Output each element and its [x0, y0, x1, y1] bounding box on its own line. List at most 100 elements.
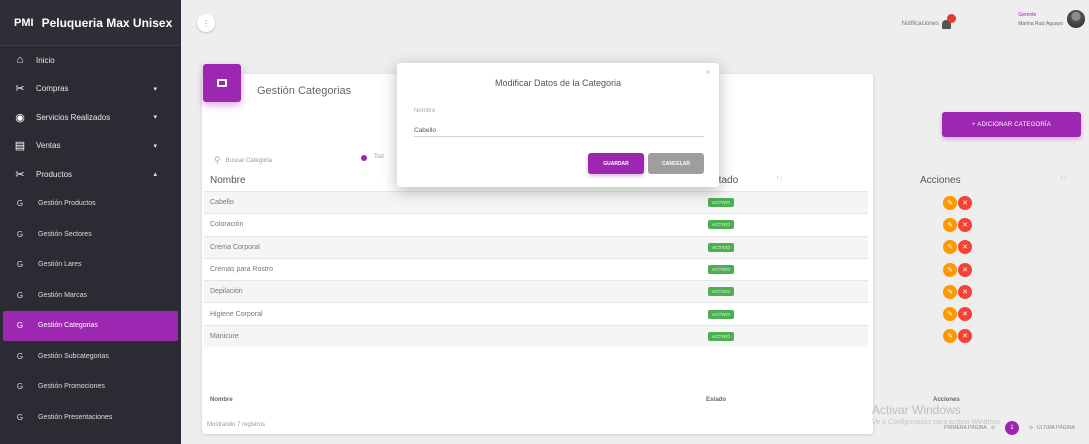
- subitem-letter: G: [16, 229, 24, 239]
- delete-icon[interactable]: ✕: [958, 262, 972, 277]
- menu-icon: ◉: [15, 111, 25, 124]
- sidebar-item-ventas[interactable]: ▤ Ventas ▾: [0, 132, 181, 161]
- name-field[interactable]: [414, 124, 704, 137]
- subitem-label: Gestión Lares: [38, 261, 82, 269]
- table-row: Cabello ACTIVO ✎ ✕: [204, 191, 972, 214]
- category-name: Crema Corporal: [210, 243, 260, 251]
- column-header-name[interactable]: Nombre: [210, 175, 246, 186]
- edit-icon[interactable]: ✎: [943, 195, 957, 210]
- brand[interactable]: PMI Peluqueria Max Unisex: [0, 0, 181, 46]
- sidebar-subitem-1[interactable]: G Gestión Sectores: [0, 219, 181, 250]
- sidebar-subitem-3[interactable]: G Gestión Marcas: [0, 280, 181, 311]
- table-row: Higiene Corporal ACTIVO ✎ ✕: [204, 302, 972, 324]
- menu-icon: ✂: [15, 83, 25, 96]
- sidebar: PMI Peluqueria Max Unisex ⌂ Inicio ✂ Compra…: [0, 0, 181, 444]
- next-page-icon[interactable]: >: [1029, 425, 1033, 432]
- table-row: Manicure ACTIVO ✎ ✕: [204, 324, 972, 348]
- category-name: Depilación: [210, 288, 243, 296]
- footer-state: Estado: [706, 397, 727, 403]
- edit-icon[interactable]: ✎: [943, 262, 957, 277]
- status-badge: ACTIVO: [708, 242, 734, 252]
- sidebar-subitem-6[interactable]: G Gestión Promociones: [0, 372, 181, 403]
- subitem-label: Gestión Productos: [38, 200, 96, 208]
- cancel-button[interactable]: CANCELAR: [648, 153, 704, 174]
- filter-radio-label: Tod: [374, 154, 384, 160]
- sidebar-item-productos[interactable]: ✂ Productos ▴: [0, 160, 181, 189]
- page-number[interactable]: 1: [1004, 421, 1019, 435]
- table-row: Cremas para Rostro ACTIVO ✎ ✕: [204, 257, 972, 280]
- last-page-link[interactable]: ÚLTIMA PÁGINA: [1037, 425, 1075, 431]
- sidebar-subitem-5[interactable]: G Gestión Subcategorias: [0, 341, 181, 372]
- activation-watermark-title: Activar Windows: [872, 403, 961, 417]
- first-page-link[interactable]: PRIMERA PÁGINA: [944, 425, 987, 431]
- subitem-letter: G: [16, 321, 24, 331]
- status-badge: ACTIVO: [708, 198, 734, 208]
- status-badge: ACTIVO: [708, 265, 734, 275]
- user-info[interactable]: Gerente Marina Ruiz Aguayo: [1018, 11, 1063, 29]
- row-actions: ✎ ✕: [943, 217, 972, 232]
- sidebar-subitem-7[interactable]: G Gestión Presentaciones: [0, 402, 181, 433]
- row-actions: ✎ ✕: [943, 240, 972, 255]
- records-count: Mostrando 7 registros: [207, 422, 266, 428]
- sort-icon[interactable]: ↑↓: [776, 175, 783, 182]
- edit-icon[interactable]: ✎: [943, 217, 957, 232]
- chevron-icon: ▴: [153, 171, 157, 179]
- edit-icon[interactable]: ✎: [943, 307, 957, 322]
- edit-icon[interactable]: ✎: [943, 240, 957, 255]
- delete-icon[interactable]: ✕: [958, 329, 972, 344]
- menu-toggle-button[interactable]: ⋮: [197, 14, 215, 32]
- row-actions: ✎ ✕: [943, 262, 972, 277]
- subitem-label: Gestión Sectores: [38, 230, 92, 238]
- search-input[interactable]: ⚲ Buscar Categoria: [214, 155, 272, 166]
- delete-icon[interactable]: ✕: [958, 307, 972, 322]
- column-header-actions: Acciones: [920, 175, 961, 186]
- filter-radio[interactable]: [361, 155, 367, 161]
- chevron-icon: ▾: [153, 85, 157, 93]
- modal-title: Modificar Datos de la Categoria: [494, 78, 622, 88]
- category-name: Higiene Corporal: [210, 310, 263, 318]
- sidebar-subitem-2[interactable]: G Gestión Lares: [0, 250, 181, 281]
- close-icon[interactable]: ×: [705, 68, 710, 77]
- more-icon: ⋮: [202, 18, 210, 28]
- table-row: Crema Corporal ACTIVO ✎ ✕: [204, 235, 972, 258]
- subitem-letter: G: [16, 351, 24, 361]
- bell-icon: [942, 14, 956, 30]
- subitem-letter: G: [16, 260, 24, 270]
- sort-icon[interactable]: ↑↓: [1060, 175, 1067, 182]
- notification-badge: [947, 14, 956, 23]
- sidebar-subitem-4[interactable]: G Gestión Categorias: [3, 310, 178, 341]
- menu-icon: ⌂: [16, 54, 24, 67]
- subitem-label: Gestión Marcas: [38, 291, 88, 299]
- user-role: Gerente: [1018, 12, 1037, 18]
- prev-page-icon[interactable]: <: [991, 425, 995, 432]
- sidebar-item-compras[interactable]: ✂ Compras ▾: [0, 75, 181, 104]
- save-button[interactable]: GUARDAR: [588, 153, 644, 174]
- avatar[interactable]: [1067, 10, 1085, 28]
- delete-icon[interactable]: ✕: [958, 240, 972, 255]
- subitem-letter: G: [16, 199, 24, 209]
- sidebar-subitem-0[interactable]: G Gestión Productos: [0, 189, 181, 220]
- delete-icon[interactable]: ✕: [958, 195, 972, 210]
- brand-name: Peluqueria Max Unisex: [41, 15, 173, 30]
- add-category-button[interactable]: + ADICIONAR CATEGORÍA: [942, 112, 1081, 137]
- edit-icon[interactable]: ✎: [943, 284, 957, 299]
- sidebar-item-inicio[interactable]: ⌂ Inicio: [0, 46, 181, 75]
- category-name: Coloración: [210, 221, 244, 229]
- category-name: Cremas para Rostro: [210, 266, 274, 274]
- subitem-label: Gestión Presentaciones: [38, 413, 113, 421]
- category-name: Manicure: [210, 332, 239, 340]
- category-name: Cabello: [210, 199, 234, 207]
- edit-icon[interactable]: ✎: [943, 329, 957, 344]
- sidebar-item-label: Compras: [36, 84, 69, 94]
- user-name: Marina Ruiz Aguayo: [1018, 21, 1063, 27]
- notifications-button[interactable]: Notificaciones: [902, 14, 956, 30]
- chevron-icon: ▾: [153, 142, 157, 150]
- search-placeholder: Buscar Categoria: [225, 157, 272, 164]
- sidebar-item-servicios-realizados[interactable]: ◉ Servicios Realizados ▾: [0, 103, 181, 132]
- sidebar-item-label: Productos: [36, 169, 73, 179]
- edit-category-modal: Modificar Datos de la Categoria × Nombre…: [397, 63, 719, 187]
- sidebar-item-label: Ventas: [36, 141, 61, 151]
- delete-icon[interactable]: ✕: [958, 217, 972, 232]
- delete-icon[interactable]: ✕: [958, 284, 972, 299]
- status-badge: ACTIVO: [708, 287, 734, 297]
